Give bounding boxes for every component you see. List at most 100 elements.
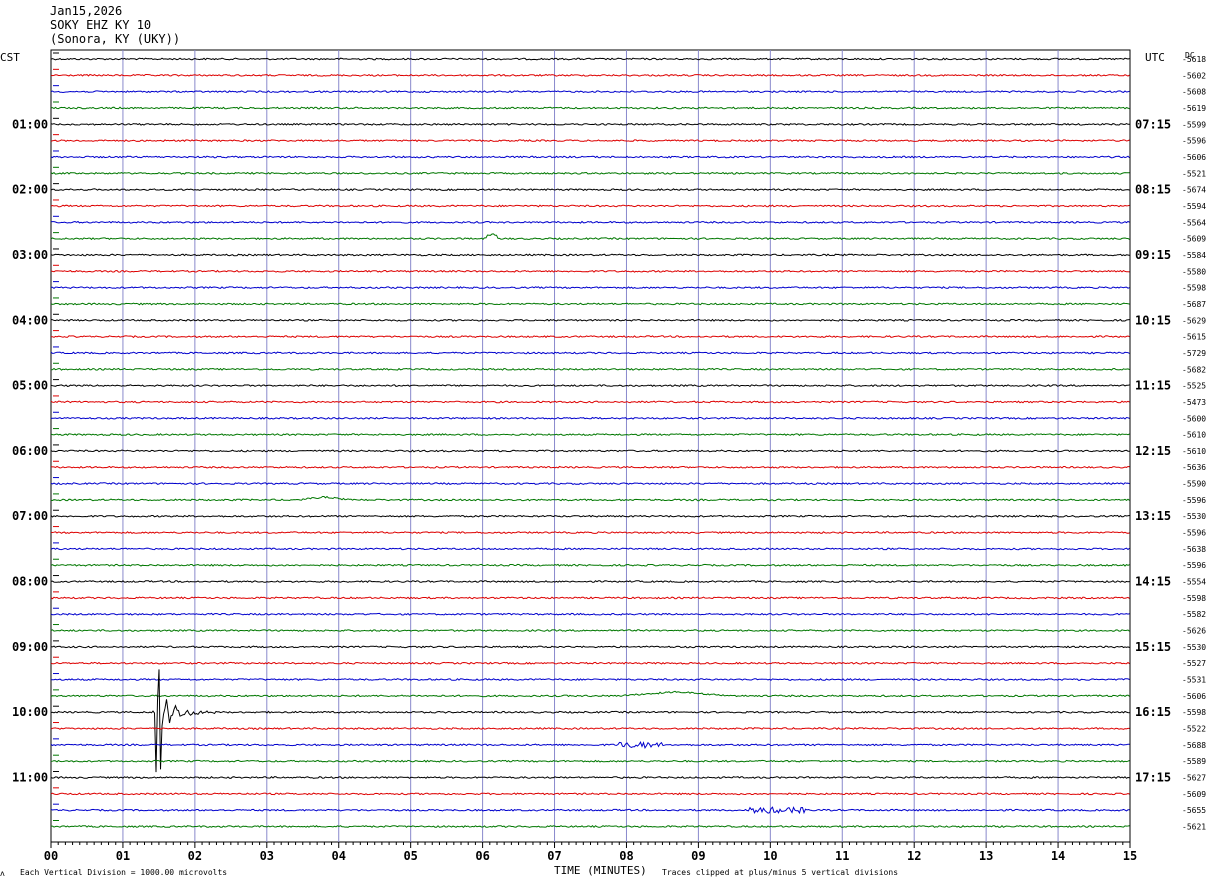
dc-offset-label: -5596 (1182, 561, 1206, 570)
dc-offset-label: -5688 (1182, 741, 1206, 750)
x-axis-title: TIME (MINUTES) (554, 864, 647, 877)
utc-hour-label: 11:15 (1135, 379, 1171, 393)
trace-row (50, 302, 1130, 306)
cst-hour-label: 01:00 (12, 117, 48, 131)
dc-offset-label: -5530 (1182, 512, 1206, 521)
trace-row (50, 416, 1130, 420)
minute-grid (50, 49, 1131, 843)
dc-offset-label: -5682 (1182, 365, 1206, 374)
trace-row (51, 335, 1130, 339)
dc-offset-label: -5602 (1182, 71, 1206, 80)
trace-row (50, 531, 1130, 535)
trace-row (51, 824, 1130, 829)
utc-hour-label: 15:15 (1135, 640, 1171, 654)
trace-row (50, 204, 1130, 208)
trace-row (50, 57, 1130, 61)
dc-offset-label: -5598 (1182, 594, 1206, 603)
dc-offset-label: -5619 (1182, 104, 1206, 113)
trace-row (50, 155, 1130, 159)
trace-row (50, 220, 1130, 224)
x-tick-label: 15 (1123, 849, 1137, 863)
utc-hour-label: 10:15 (1135, 313, 1171, 327)
x-tick-label: 06 (475, 849, 489, 863)
x-tick-label: 09 (691, 849, 705, 863)
trace-row (50, 384, 1130, 388)
cst-labels: 01:00 02:00 03:00 04:00 05:00 06:00 07:00 08:00… (12, 117, 48, 784)
corner-mark: ʌ (0, 869, 5, 878)
utc-hour-label: 07:15 (1135, 117, 1171, 131)
dc-offset-label: -5655 (1182, 806, 1206, 815)
trace-row (50, 433, 1130, 437)
trace-row (50, 580, 1130, 583)
dc-offset-label: -5527 (1182, 659, 1206, 668)
x-tick-label: 12 (907, 849, 921, 863)
dc-offset-label: -5554 (1182, 578, 1206, 587)
cst-hour-label: 06:00 (12, 444, 48, 458)
dc-offset-label: -5629 (1182, 316, 1206, 325)
dc-offset-label: -5473 (1182, 398, 1206, 407)
trace-row (50, 90, 1130, 94)
dc-offset-label: -5627 (1182, 774, 1206, 783)
trace-row (50, 465, 1130, 469)
dc-offset-label: -5729 (1182, 349, 1206, 358)
cst-hour-label: 07:00 (12, 509, 48, 523)
trace-row (50, 726, 1130, 730)
trace-row (50, 233, 1130, 241)
trace-row (50, 547, 1130, 551)
cst-hour-label: 05:00 (12, 379, 48, 393)
trace-row (50, 612, 1130, 616)
dc-offset-label: -5596 (1182, 496, 1206, 505)
cst-hour-label: 04:00 (12, 313, 48, 327)
x-tick-label: 11 (835, 849, 849, 863)
dc-offset-label: -5531 (1182, 676, 1206, 685)
cst-hour-label: 11:00 (12, 771, 48, 785)
utc-hour-label: 08:15 (1135, 183, 1171, 197)
dc-offset-label: -5530 (1182, 643, 1206, 652)
dc-offset-label: -5598 (1182, 284, 1206, 293)
dc-offset-label: -5594 (1182, 202, 1206, 211)
cst-hour-label: 02:00 (12, 183, 48, 197)
dc-offset-label: -5606 (1182, 692, 1206, 701)
trace-rows (50, 52, 1130, 829)
utc-hour-label: 12:15 (1135, 444, 1171, 458)
trace-row (50, 669, 1130, 773)
trace-row (50, 73, 1130, 77)
dc-offset-label: -5596 (1182, 137, 1206, 146)
trace-row (50, 759, 1130, 763)
x-tick-label: 07 (547, 849, 561, 863)
trace-row (50, 171, 1130, 175)
x-tick-label: 01 (116, 849, 130, 863)
dc-offset-label: -5636 (1182, 463, 1206, 472)
x-tick-label: 14 (1051, 849, 1065, 863)
trace-row (50, 139, 1130, 143)
dc-offset-label: -5638 (1182, 545, 1206, 554)
dc-offset-label: -5589 (1182, 757, 1206, 766)
clip-note: Traces clipped at plus/minus 5 vertical … (662, 868, 898, 877)
trace-row (50, 596, 1130, 600)
trace-row (50, 253, 1130, 257)
x-tick-label: 08 (619, 849, 633, 863)
dc-offset-label: -5521 (1182, 169, 1206, 178)
dc-offset-label: -5610 (1182, 431, 1206, 440)
dc-offset-label: -5590 (1182, 480, 1206, 489)
dc-offset-labels: -5618-5602-5608-5619-5599-5596-5606-5521… (1182, 55, 1206, 832)
dc-offset-label: -5596 (1182, 529, 1206, 538)
utc-labels: 07:15 08:15 09:15 10:15 11:15 12:15 13:15 14:15… (1135, 117, 1171, 784)
dc-offset-label: -5626 (1182, 627, 1206, 636)
trace-row (50, 661, 1130, 665)
dc-offset-label: -5615 (1182, 333, 1206, 342)
trace-row (50, 776, 1130, 779)
dc-offset-label: -5674 (1182, 186, 1206, 195)
cst-hour-label: 09:00 (12, 640, 48, 654)
x-tick-label: 03 (260, 849, 274, 863)
trace-row (50, 188, 1130, 192)
dc-offset-label: -5564 (1182, 218, 1206, 227)
x-axis: 00 01 02 03 04 05 06 07 08 09 10 11 12 13 14 15 (44, 842, 1137, 863)
trace-row (50, 449, 1130, 453)
cst-title: CST (0, 51, 20, 64)
trace-row (50, 563, 1130, 567)
trace-row (50, 351, 1130, 355)
trace-row (50, 122, 1130, 126)
trace-row (50, 318, 1130, 322)
trace-row (50, 792, 1130, 796)
